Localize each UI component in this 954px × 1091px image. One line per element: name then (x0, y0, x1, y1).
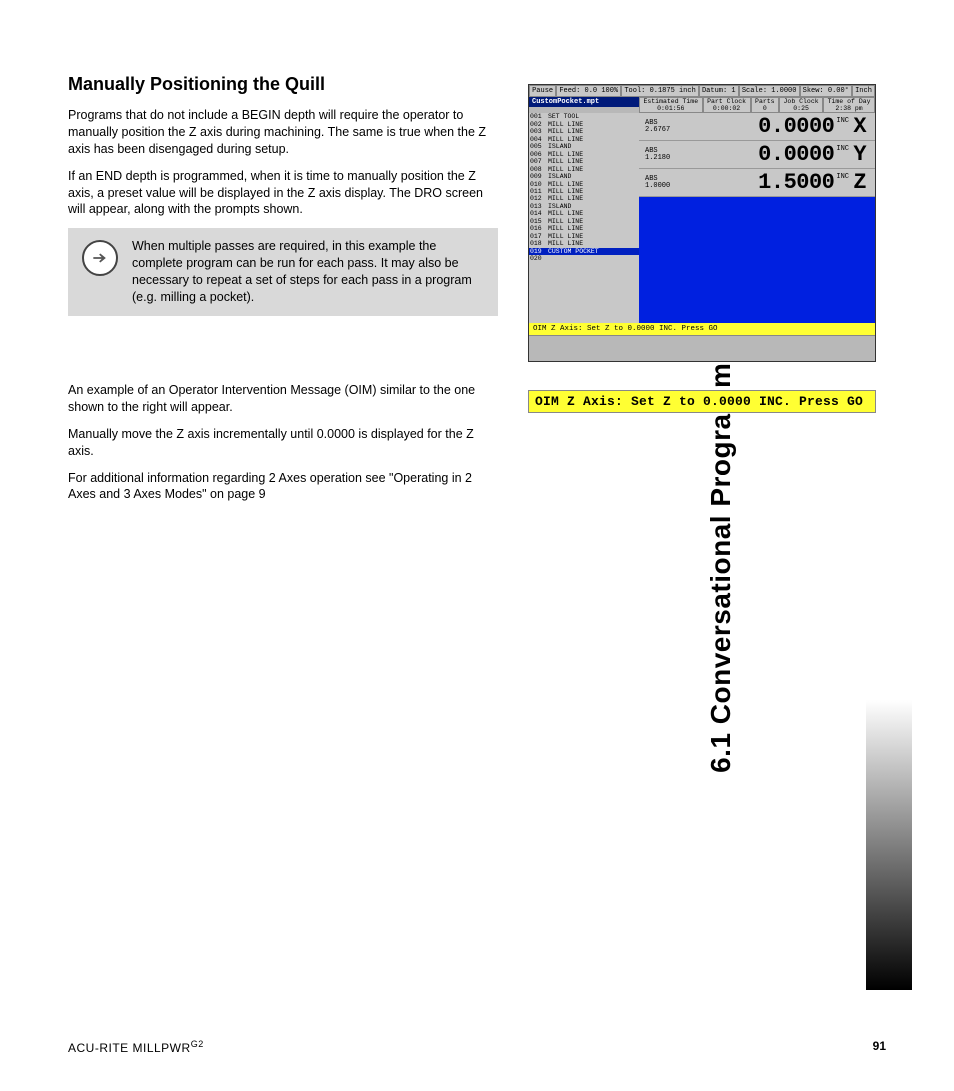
paragraph-3: An example of an Operator Intervention M… (68, 382, 498, 416)
time-of-day: Time of Day2:38 pm (823, 97, 875, 113)
program-step: 004MILL LINE (529, 136, 639, 143)
note-text: When multiple passes are required, in th… (132, 238, 484, 306)
left-column: Programs that do not include a BEGIN dep… (68, 107, 498, 316)
program-step: 010MILL LINE (529, 181, 639, 188)
program-step: 003MILL LINE (529, 128, 639, 135)
dro-topbar: Pause Feed: 0.0 100% Tool: 0.1875 inch D… (529, 85, 875, 97)
dro-axis-x: ABS2.67670.0000INCX (639, 113, 875, 141)
program-step: 016MILL LINE (529, 225, 639, 232)
note-box: When multiple passes are required, in th… (68, 228, 498, 316)
page-number: 91 (873, 1039, 886, 1055)
arrow-right-icon (82, 240, 118, 276)
program-title: CustomPocket.mpt (529, 97, 639, 107)
job-clock: Job Clock0:25 (779, 97, 823, 113)
topbar-unit: Inch (852, 85, 875, 97)
page-footer: ACU-RITE MILLPWRG2 91 (68, 1039, 886, 1055)
program-step-list: 001SET TOOL002MILL LINE003MILL LINE004MI… (529, 113, 639, 323)
program-step: 002MILL LINE (529, 121, 639, 128)
part-clock: Part Clock0:00:02 (703, 97, 751, 113)
oim-strip-bottom: OIM Z Axis: Set Z to 0.0000 INC. Press G… (528, 390, 876, 413)
program-step: 009ISLAND (529, 173, 639, 180)
dro-topbar-2: Estimated Time0:01:56 Part Clock0:00:02 … (639, 97, 875, 113)
topbar-datum: Datum: 1 (699, 85, 739, 97)
program-step: 019CUSTOM POCKET (529, 248, 639, 255)
dro-screenshot: Pause Feed: 0.0 100% Tool: 0.1875 inch D… (528, 84, 876, 362)
program-step: 015MILL LINE (529, 218, 639, 225)
oim-message-bar: OIM Z Axis: Set Z to 0.0000 INC. Press G… (529, 323, 875, 335)
dro-graphics-pane (639, 197, 875, 323)
paragraph-1: Programs that do not include a BEGIN dep… (68, 107, 498, 158)
paragraph-5: For additional information regarding 2 A… (68, 470, 498, 504)
program-step: 007MILL LINE (529, 158, 639, 165)
parts: Parts0 (751, 97, 779, 113)
dro-axis-y: ABS1.21800.0000INCY (639, 141, 875, 169)
program-step: 017MILL LINE (529, 233, 639, 240)
program-step: 001SET TOOL (529, 113, 639, 120)
paragraph-2: If an END depth is programmed, when it i… (68, 168, 498, 219)
program-step: 014MILL LINE (529, 210, 639, 217)
footer-product: ACU-RITE MILLPWRG2 (68, 1039, 204, 1055)
topbar-feed: Feed: 0.0 100% (556, 85, 621, 97)
program-step: 020 (529, 255, 639, 262)
dro-main: 001SET TOOL002MILL LINE003MILL LINE004MI… (529, 113, 875, 323)
topbar-tool: Tool: 0.1875 inch (621, 85, 699, 97)
topbar-pause: Pause (529, 85, 556, 97)
program-step: 005ISLAND (529, 143, 639, 150)
program-step: 012MILL LINE (529, 195, 639, 202)
program-step: 006MILL LINE (529, 151, 639, 158)
dro-axis-z: ABS1.00001.5000INCZ (639, 169, 875, 197)
topbar-scale: Scale: 1.0000 (739, 85, 800, 97)
program-step: 013ISLAND (529, 203, 639, 210)
lower-text-block: An example of an Operator Intervention M… (68, 382, 498, 513)
program-step: 011MILL LINE (529, 188, 639, 195)
program-step: 018MILL LINE (529, 240, 639, 247)
program-step: 008MILL LINE (529, 166, 639, 173)
est-time: Estimated Time0:01:56 (639, 97, 703, 113)
paragraph-4: Manually move the Z axis incrementally u… (68, 426, 498, 460)
dro-readout-area: ABS2.67670.0000INCXABS1.21800.0000INCYAB… (639, 113, 875, 323)
softkey-bar (529, 335, 875, 361)
topbar-skew: Skew: 0.00° (800, 85, 852, 97)
page-content: Manually Positioning the Quill Programs … (68, 74, 886, 1034)
